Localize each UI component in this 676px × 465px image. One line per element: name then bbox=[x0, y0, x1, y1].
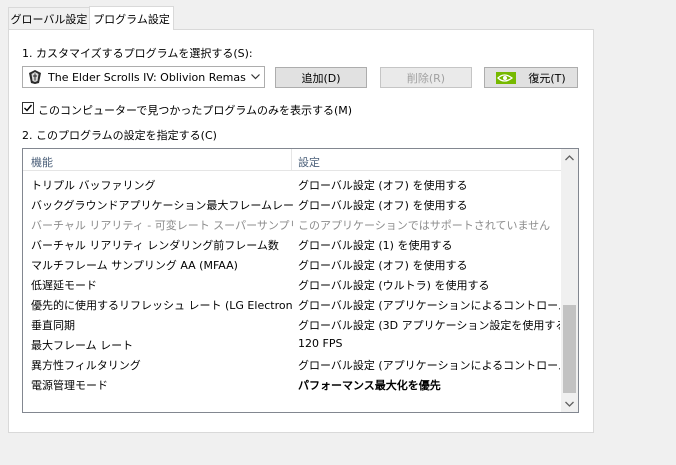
checkmark-icon bbox=[24, 104, 33, 112]
setting-cell[interactable]: グローバル設定 (1) を使用する bbox=[298, 237, 560, 253]
oblivion-app-icon bbox=[28, 70, 42, 84]
program-select-value: The Elder Scrolls IV: Oblivion Remast... bbox=[48, 70, 246, 84]
settings-row[interactable]: トリプル バッファリング グローバル設定 (オフ) を使用する bbox=[23, 173, 562, 193]
remove-button[interactable]: 削除(R) bbox=[380, 67, 472, 88]
step1-label: 1. カスタマイズするプログラムを選択する(S): bbox=[22, 47, 253, 60]
remove-button-label: 削除(R) bbox=[406, 71, 446, 85]
scrollbar-thumb[interactable] bbox=[563, 305, 576, 393]
settings-row[interactable]: バーチャル リアリティ レンダリング前フレーム数 グローバル設定 (1) を使用… bbox=[23, 233, 562, 253]
setting-cell[interactable]: パフォーマンス最大化を優先 bbox=[298, 377, 560, 393]
tab-program-settings[interactable]: プログラム設定 bbox=[89, 6, 174, 30]
setting-cell[interactable]: グローバル設定 (オフ) を使用する bbox=[298, 197, 560, 213]
setting-cell[interactable]: グローバル設定 (アプリケーションによるコントロール) を... bbox=[298, 297, 560, 313]
add-button[interactable]: 追加(D) bbox=[275, 67, 367, 88]
setting-cell[interactable]: グローバル設定 (3D アプリケーション設定を使用する) ... bbox=[298, 317, 560, 333]
scroll-up-arrow-icon[interactable] bbox=[561, 149, 578, 166]
add-button-label: 追加(D) bbox=[301, 71, 341, 85]
nvidia-logo-icon bbox=[496, 71, 517, 84]
restore-button-label: 復元(T) bbox=[528, 71, 566, 85]
feature-cell: トリプル バッファリング bbox=[31, 179, 156, 192]
feature-cell: 垂直同期 bbox=[31, 319, 75, 332]
settings-row[interactable]: バックグラウンドアプリケーション最大フレームレート グローバル設定 (オフ) を… bbox=[23, 193, 562, 213]
restore-button[interactable]: 復元(T) bbox=[484, 67, 578, 88]
feature-cell: 異方性フィルタリング bbox=[31, 359, 141, 372]
setting-cell[interactable]: グローバル設定 (オフ) を使用する bbox=[298, 177, 560, 193]
settings-row: バーチャル リアリティ - 可変レート スーパーサンプリング このアプリケーショ… bbox=[23, 213, 562, 233]
settings-row[interactable]: 電源管理モード パフォーマンス最大化を優先 bbox=[23, 373, 562, 393]
settings-row[interactable]: 異方性フィルタリング グローバル設定 (アプリケーションによるコントロール) を… bbox=[23, 353, 562, 373]
settings-row[interactable]: 優先的に使用するリフレッシュ レート (LG Electronic... グロー… bbox=[23, 293, 562, 313]
program-select-dropdown[interactable]: The Elder Scrolls IV: Oblivion Remast... bbox=[22, 66, 265, 88]
setting-cell[interactable]: グローバル設定 (ウルトラ) を使用する bbox=[298, 277, 560, 293]
settings-list-header: 機能 設定 bbox=[23, 149, 562, 171]
feature-cell: バックグラウンドアプリケーション最大フレームレート bbox=[31, 199, 293, 212]
setting-cell[interactable]: 120 FPS bbox=[298, 337, 560, 350]
tab-global-settings[interactable]: グローバル設定 bbox=[8, 7, 90, 29]
show-found-programs-label[interactable]: このコンピューターで見つかったプログラムのみを表示する(M) bbox=[38, 102, 352, 118]
feature-cell: バーチャル リアリティ レンダリング前フレーム数 bbox=[31, 239, 279, 252]
column-divider[interactable] bbox=[291, 149, 292, 170]
setting-column-header[interactable]: 設定 bbox=[298, 154, 320, 170]
feature-cell: 低遅延モード bbox=[31, 279, 97, 292]
settings-list[interactable]: 機能 設定 トリプル バッファリング グローバル設定 (オフ) を使用する バッ… bbox=[22, 148, 579, 413]
feature-cell: 電源管理モード bbox=[31, 379, 108, 392]
chevron-down-icon[interactable] bbox=[246, 74, 264, 80]
feature-cell: 最大フレーム レート bbox=[31, 339, 134, 352]
vertical-scrollbar[interactable] bbox=[561, 149, 578, 412]
feature-cell: 優先的に使用するリフレッシュ レート (LG Electronic... bbox=[31, 299, 293, 312]
setting-cell: このアプリケーションではサポートされていません bbox=[298, 219, 551, 232]
settings-row[interactable]: 低遅延モード グローバル設定 (ウルトラ) を使用する bbox=[23, 273, 562, 293]
setting-cell[interactable]: グローバル設定 (オフ) を使用する bbox=[298, 257, 560, 273]
settings-row[interactable]: マルチフレーム サンプリング AA (MFAA) グローバル設定 (オフ) を使… bbox=[23, 253, 562, 273]
show-found-programs-checkbox[interactable] bbox=[22, 102, 34, 114]
scroll-down-arrow-icon[interactable] bbox=[561, 395, 578, 412]
feature-column-header[interactable]: 機能 bbox=[31, 154, 53, 170]
step2-label: 2. このプログラムの設定を指定する(C) bbox=[22, 129, 217, 142]
settings-row[interactable]: 垂直同期 グローバル設定 (3D アプリケーション設定を使用する) ... bbox=[23, 313, 562, 333]
settings-row[interactable]: 最大フレーム レート 120 FPS bbox=[23, 333, 562, 353]
setting-cell[interactable]: グローバル設定 (アプリケーションによるコントロール) を... bbox=[298, 357, 560, 373]
feature-cell: マルチフレーム サンプリング AA (MFAA) bbox=[31, 259, 238, 272]
feature-cell: バーチャル リアリティ - 可変レート スーパーサンプリング bbox=[31, 219, 293, 232]
